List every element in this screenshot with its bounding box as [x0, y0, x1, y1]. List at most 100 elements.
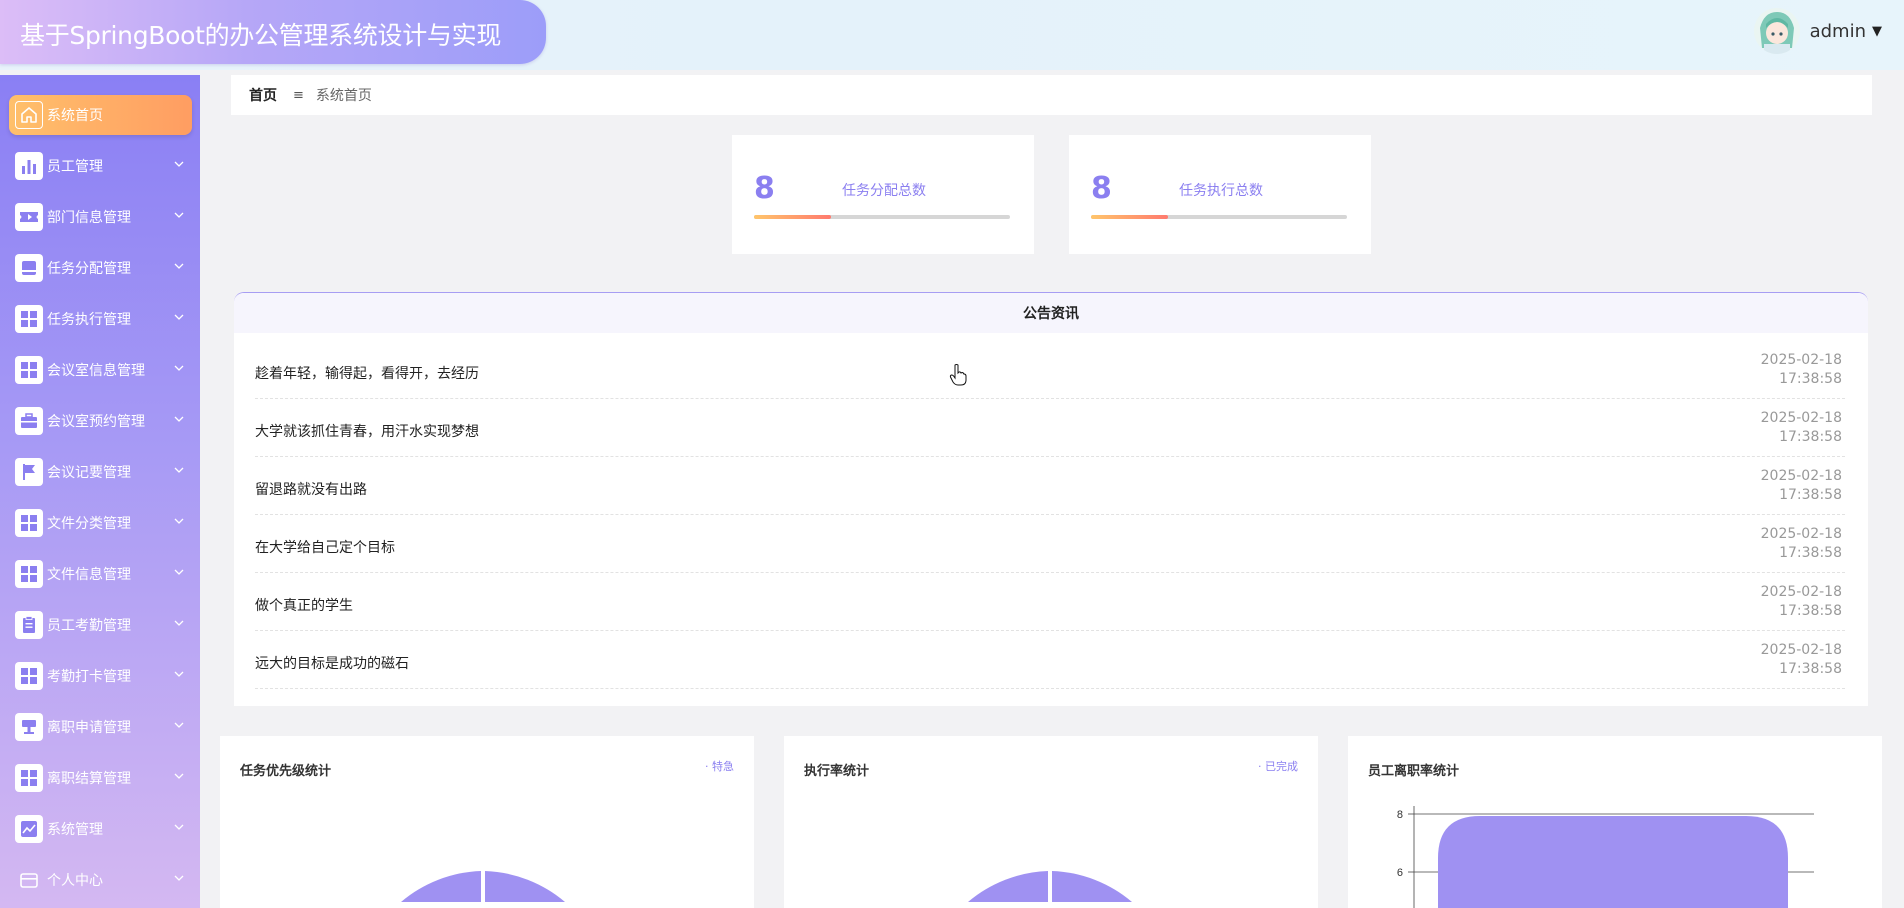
user-menu[interactable]: admin ▼ — [1753, 8, 1882, 54]
chevron-down-icon[interactable] — [174, 312, 184, 322]
sidebar-item-employees[interactable]: 员工管理 — [9, 146, 192, 186]
pie-slice — [1052, 871, 1132, 902]
chevron-down-icon[interactable] — [174, 261, 184, 271]
notice-item[interactable]: 在大学给自己定个目标 2025-02-18 17:38:58 — [255, 515, 1845, 573]
chart-card-priority: 任务优先级统计 · 特急 — [220, 736, 754, 908]
grid-icon — [15, 560, 43, 588]
stat-value: 8 — [1091, 171, 1112, 206]
sidebar-item-home[interactable]: 系统首页 — [9, 95, 192, 135]
notice-item[interactable]: 远大的目标是成功的磁石 2025-02-18 17:38:58 — [255, 631, 1845, 689]
bar — [1438, 816, 1788, 908]
notice-title[interactable]: 留退路就没有出路 — [255, 479, 367, 499]
home-icon — [15, 101, 43, 129]
chart-legend[interactable]: · 特急 — [705, 758, 734, 774]
notice-title[interactable]: 趁着年轻，输得起，看得开，去经历 — [255, 363, 479, 383]
chevron-down-icon[interactable] — [174, 567, 184, 577]
grid-icon — [15, 662, 43, 690]
chevron-down-icon[interactable] — [174, 465, 184, 475]
notice-title[interactable]: 大学就该抓住青春，用汗水实现梦想 — [255, 421, 479, 441]
sidebar-item-clock-in[interactable]: 考勤打卡管理 — [9, 656, 192, 696]
sidebar-item-meeting-booking[interactable]: 会议室预约管理 — [9, 401, 192, 441]
grid-icon — [15, 305, 43, 333]
chart-card-execution: 执行率统计 · 已完成 — [784, 736, 1318, 908]
notice-timestamp: 2025-02-18 17:38:58 — [1761, 409, 1842, 447]
sidebar-item-label: 系统首页 — [47, 108, 103, 124]
sidebar-item-departments[interactable]: 部门信息管理 — [9, 197, 192, 237]
notice-panel: 公告资讯 趁着年轻，输得起，看得开，去经历 2025-02-18 17:38:5… — [234, 292, 1868, 706]
notice-date: 2025-02-18 — [1760, 410, 1842, 426]
chevron-down-icon[interactable] — [174, 618, 184, 628]
notice-timestamp: 2025-02-18 17:38:58 — [1761, 641, 1842, 679]
pie-slice — [968, 871, 1048, 902]
sidebar-item-meeting-minutes[interactable]: 会议记要管理 — [9, 452, 192, 492]
stamp-icon — [15, 713, 43, 741]
chevron-down-icon[interactable] — [174, 669, 184, 679]
sidebar-item-label: 会议记要管理 — [47, 465, 131, 481]
chart-legend[interactable]: · 已完成 — [1258, 758, 1298, 774]
chart-title: 员工离职率统计 — [1368, 764, 1460, 779]
chart-card-resignation: 8 6 员工离职率统计 — [1348, 736, 1882, 908]
notice-item[interactable]: 趁着年轻，输得起，看得开，去经历 2025-02-18 17:38:58 — [255, 341, 1845, 399]
stat-progress-track — [754, 215, 1010, 219]
chevron-down-icon[interactable] — [174, 771, 184, 781]
sidebar-item-resign-settle[interactable]: 离职结算管理 — [9, 758, 192, 798]
wallet-icon — [15, 866, 43, 894]
sidebar-item-label: 离职结算管理 — [47, 771, 131, 787]
sidebar-item-file-category[interactable]: 文件分类管理 — [9, 503, 192, 543]
chevron-down-icon[interactable] — [174, 414, 184, 424]
chevron-down-icon[interactable] — [174, 516, 184, 526]
sidebar-item-meeting-room[interactable]: 会议室信息管理 — [9, 350, 192, 390]
notice-title[interactable]: 远大的目标是成功的磁石 — [255, 653, 409, 673]
sidebar-item-file-info[interactable]: 文件信息管理 — [9, 554, 192, 594]
stat-card-task-assign: 8 任务分配总数 — [732, 135, 1034, 254]
stat-progress-track — [1091, 215, 1347, 219]
top-header: 基于SpringBoot的办公管理系统设计与实现 admin ▼ — [0, 0, 1904, 70]
sidebar-item-system[interactable]: 系统管理 — [9, 809, 192, 849]
sidebar-item-resign-apply[interactable]: 离职申请管理 — [9, 707, 192, 747]
chevron-down-icon[interactable] — [174, 363, 184, 373]
notice-time: 17:38:58 — [1779, 371, 1842, 387]
notice-timestamp: 2025-02-18 17:38:58 — [1761, 351, 1842, 389]
briefcase-icon — [15, 407, 43, 435]
notice-item[interactable]: 做个真正的学生 2025-02-18 17:38:58 — [255, 573, 1845, 631]
sidebar-item-label: 任务分配管理 — [47, 261, 131, 277]
notice-date: 2025-02-18 — [1760, 584, 1842, 600]
notice-title[interactable]: 做个真正的学生 — [255, 595, 353, 615]
chevron-down-icon[interactable] — [174, 873, 184, 883]
caret-down-icon[interactable]: ▼ — [1872, 24, 1882, 39]
sidebar-item-label: 会议室信息管理 — [47, 363, 145, 379]
notice-timestamp: 2025-02-18 17:38:58 — [1761, 525, 1842, 563]
line-chart-icon — [15, 815, 43, 843]
notice-title[interactable]: 在大学给自己定个目标 — [255, 537, 395, 557]
pie-slice — [401, 871, 481, 902]
sidebar-item-personal[interactable]: 个人中心 — [9, 860, 192, 900]
y-tick-label: 6 — [1397, 867, 1403, 879]
sidebar-item-task-exec[interactable]: 任务执行管理 — [9, 299, 192, 339]
sidebar-item-label: 个人中心 — [47, 873, 103, 889]
chevron-down-icon[interactable] — [174, 210, 184, 220]
notice-timestamp: 2025-02-18 17:38:58 — [1761, 467, 1842, 505]
app-title: 基于SpringBoot的办公管理系统设计与实现 — [20, 21, 502, 50]
breadcrumb-home[interactable]: 首页 — [249, 85, 277, 105]
notice-time: 17:38:58 — [1779, 603, 1842, 619]
stat-label: 任务分配总数 — [842, 183, 926, 199]
chevron-down-icon[interactable] — [174, 159, 184, 169]
chevron-down-icon[interactable] — [174, 720, 184, 730]
hand-cursor-icon — [949, 364, 967, 386]
notice-time: 17:38:58 — [1779, 545, 1842, 561]
user-avatar[interactable] — [1753, 8, 1800, 54]
user-name[interactable]: admin — [1810, 21, 1866, 42]
ticket-icon — [15, 203, 43, 231]
sidebar-item-attendance[interactable]: 员工考勤管理 — [9, 605, 192, 645]
stat-label: 任务执行总数 — [1179, 183, 1263, 199]
chevron-down-icon[interactable] — [174, 822, 184, 832]
stat-value: 8 — [754, 171, 775, 206]
sidebar-item-task-assign[interactable]: 任务分配管理 — [9, 248, 192, 288]
breadcrumb-current: 系统首页 — [315, 88, 372, 104]
notice-item[interactable]: 留退路就没有出路 2025-02-18 17:38:58 — [255, 457, 1845, 515]
inbox-icon — [15, 254, 43, 282]
pie-slice — [485, 871, 565, 902]
bar-chart-icon — [15, 152, 43, 180]
notice-time: 17:38:58 — [1779, 487, 1842, 503]
notice-item[interactable]: 大学就该抓住青春，用汗水实现梦想 2025-02-18 17:38:58 — [255, 399, 1845, 457]
